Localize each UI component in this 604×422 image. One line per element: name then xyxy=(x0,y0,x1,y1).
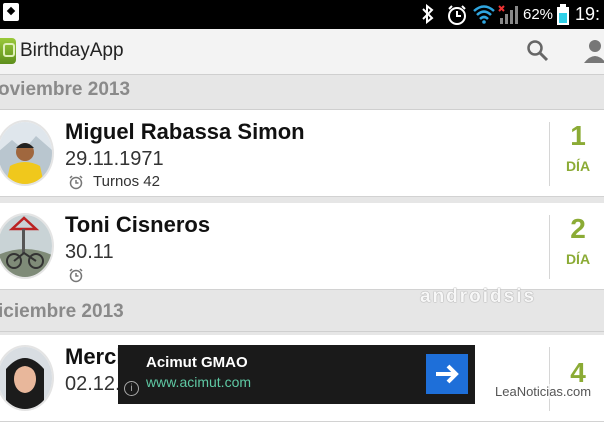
birth-date: 29.11.1971 xyxy=(65,148,164,170)
account-icon[interactable] xyxy=(582,38,604,64)
birthday-card[interactable]: Miguel Rabassa Simon 29.11.1971 Turnos 4… xyxy=(0,110,604,197)
wifi-icon xyxy=(473,5,495,24)
days-unit: DÍA xyxy=(565,158,591,174)
status-bar: 62% 19: xyxy=(0,0,604,29)
battery-icon xyxy=(557,4,569,25)
reminder-label: Turnos 42 xyxy=(93,173,160,190)
ad-banner[interactable]: Acimut GMAO www.acimut.com i xyxy=(118,345,475,404)
site-watermark: LeaNoticias.com xyxy=(495,384,592,399)
divider xyxy=(549,215,550,279)
divider xyxy=(549,122,550,186)
contact-name: Miguel Rabassa Simon xyxy=(65,119,305,144)
ad-url[interactable]: www.acimut.com xyxy=(146,374,251,390)
contact-name: Toni Cisneros xyxy=(65,212,211,237)
ad-title[interactable]: Acimut GMAO xyxy=(146,354,248,371)
ad-open-button[interactable] xyxy=(426,354,468,394)
section-header-label: iciembre 2013 xyxy=(0,301,124,322)
alarm-icon xyxy=(448,5,466,25)
search-icon[interactable] xyxy=(526,39,550,63)
androidsis-watermark: androidsis xyxy=(420,286,537,307)
action-bar: BirthdayApp xyxy=(0,29,604,75)
section-header-label: oviembre 2013 xyxy=(0,79,131,100)
signal-off-icon xyxy=(498,5,518,24)
clock: 19: xyxy=(575,4,601,24)
divider xyxy=(549,347,550,411)
birthday-card[interactable]: Toni Cisneros 30.11 2 DÍA xyxy=(0,203,604,290)
notification-app-icon xyxy=(3,3,19,21)
app-logo-icon[interactable] xyxy=(0,38,16,64)
days-remaining: 2 xyxy=(570,213,586,244)
app-title: BirthdayApp xyxy=(20,40,124,61)
bluetooth-icon xyxy=(422,4,434,24)
ad-info-icon[interactable]: i xyxy=(124,381,139,396)
section-header-november: oviembre 2013 xyxy=(0,75,604,110)
contact-avatar xyxy=(0,345,54,411)
battery-percent: 62% xyxy=(523,6,554,23)
days-remaining: 1 xyxy=(570,120,586,151)
arrow-right-icon xyxy=(436,364,459,384)
birth-date: 30.11 xyxy=(65,241,114,263)
contact-avatar xyxy=(0,120,54,186)
birth-date: 02.12. xyxy=(65,373,121,395)
alarm-icon xyxy=(69,175,83,190)
days-unit: DÍA xyxy=(565,251,591,267)
contact-avatar xyxy=(0,213,54,279)
alarm-icon xyxy=(69,268,83,283)
